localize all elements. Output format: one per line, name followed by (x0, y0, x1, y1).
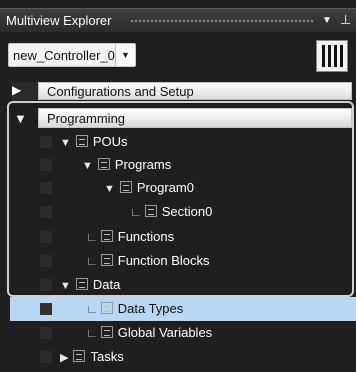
chevron-down-icon[interactable]: ▼ (322, 15, 332, 26)
expand-toggle-icon[interactable]: ▼ (104, 183, 115, 195)
title-grip[interactable] (130, 19, 314, 24)
section-header-bar[interactable]: Configurations and Setup (38, 82, 352, 100)
tree-item-label: Program0 (136, 180, 194, 195)
tree-item-label: Function Blocks (117, 253, 210, 268)
tree-branch-icon: ∟ (86, 254, 98, 268)
section-configurations-and-setup[interactable]: ▶ Configurations and Setup (12, 82, 352, 100)
tree-branch-icon: ∟ (130, 205, 142, 219)
data-folder-icon (75, 278, 88, 290)
tree-item-label: Section0 (161, 204, 213, 219)
tree-item-label: Data (92, 277, 121, 292)
pou-folder-icon (75, 135, 88, 147)
controller-select-value: new_Controller_0 (13, 48, 115, 63)
global-variables-icon (100, 326, 113, 338)
row-check-box[interactable] (40, 136, 52, 148)
tree-item-label: Data Types (117, 301, 184, 316)
row-check-box[interactable] (40, 159, 52, 171)
row-check-box[interactable] (40, 303, 52, 315)
panel-title-bar: Multiview Explorer ▼ ⊥ (0, 8, 356, 32)
expand-toggle-icon[interactable]: ▶ (60, 352, 68, 364)
data-types-icon (100, 302, 113, 314)
panel-title: Multiview Explorer (6, 13, 112, 28)
tree-branch-icon: ∟ (86, 302, 98, 316)
section-icon (144, 205, 157, 217)
tree-item-global-variables[interactable]: ∟ Global Variables (14, 321, 354, 345)
row-check-box[interactable] (40, 255, 52, 267)
row-check-box[interactable] (40, 231, 52, 243)
function-blocks-folder-icon (100, 254, 113, 266)
section-label: Configurations and Setup (47, 84, 194, 99)
tree-item-functions[interactable]: ∟ Functions (14, 225, 354, 249)
tree-item-tasks[interactable]: ▶ Tasks (14, 345, 354, 369)
row-check-box[interactable] (40, 351, 52, 363)
expand-arrow-icon[interactable]: ▶ (12, 83, 21, 97)
row-check-box[interactable] (40, 327, 52, 339)
tree-item-label: POUs (92, 134, 128, 149)
row-check-box[interactable] (40, 206, 52, 218)
collapse-arrow-icon[interactable]: ▼ (14, 111, 27, 126)
controller-dropdown-button[interactable]: ▼ (115, 44, 135, 66)
controller-icon (316, 40, 348, 72)
section-programming[interactable]: ▼ Programming (12, 108, 352, 128)
tree-item-label: Global Variables (117, 325, 213, 340)
multiview-explorer-panel: Multiview Explorer ▼ ⊥ new_Controller_0 … (0, 0, 356, 372)
tree-item-data-types[interactable]: ∟ Data Types (10, 297, 356, 321)
section-label: Programming (47, 111, 126, 126)
expand-toggle-icon[interactable]: ▼ (82, 160, 93, 172)
tree-item-programs[interactable]: ▼ Programs (14, 153, 354, 177)
program-icon (119, 181, 132, 193)
tree-branch-icon: ∟ (86, 230, 98, 244)
programs-folder-icon (97, 158, 110, 170)
expand-toggle-icon[interactable]: ▼ (60, 137, 71, 149)
tree-item-label: Functions (117, 229, 175, 244)
tree-item-program0[interactable]: ▼ Program0 (14, 176, 354, 200)
tree-item-pous[interactable]: ▼ POUs (14, 130, 354, 154)
controller-select[interactable]: new_Controller_0 ▼ (8, 43, 136, 67)
tree-item-function-blocks[interactable]: ∟ Function Blocks (14, 249, 354, 273)
expand-toggle-icon[interactable]: ▼ (60, 280, 71, 292)
tree-item-label: Programs (114, 157, 172, 172)
tasks-icon (73, 350, 86, 362)
tree-item-section0[interactable]: ∟ Section0 (14, 200, 354, 224)
tree-branch-icon: ∟ (86, 326, 98, 340)
tree-item-label: Tasks (90, 349, 124, 364)
section-header-bar[interactable]: Programming (38, 108, 352, 128)
tree-item-data[interactable]: ▼ Data (14, 273, 354, 297)
functions-folder-icon (100, 230, 113, 242)
pin-icon[interactable]: ⊥ (340, 12, 351, 28)
row-check-box[interactable] (40, 279, 52, 291)
row-check-box[interactable] (40, 182, 52, 194)
